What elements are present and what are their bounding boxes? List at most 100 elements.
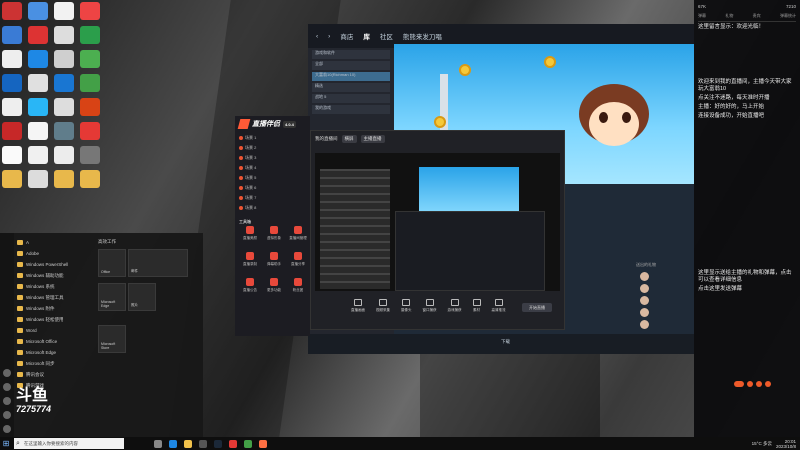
taskbar-search-input[interactable]: 在这里输入你要搜索的内容 xyxy=(14,438,124,449)
wechat-icon[interactable] xyxy=(244,439,252,448)
desktop-icon[interactable] xyxy=(28,98,48,116)
library-row[interactable]: 游戏和软件 xyxy=(312,50,390,59)
desktop-icon[interactable] xyxy=(2,170,22,188)
scene-row[interactable]: 场景 3 xyxy=(239,154,306,162)
desktop-icon[interactable] xyxy=(80,122,100,140)
user-icon[interactable] xyxy=(3,369,11,377)
gift-icon[interactable] xyxy=(756,381,762,387)
desktop-icon[interactable] xyxy=(80,26,100,44)
tool-button[interactable]: 直播间管理 xyxy=(287,226,309,248)
toolbar-button[interactable]: 摄像头 xyxy=(401,299,412,313)
app-list-item[interactable]: Windows 辅助功能 xyxy=(17,270,91,281)
tile-store[interactable]: Microsoft Store xyxy=(98,325,126,353)
tile-office[interactable]: Office xyxy=(98,249,126,277)
edge-icon[interactable] xyxy=(169,439,177,448)
desktop-icon[interactable] xyxy=(80,74,100,92)
windows-start-icon[interactable]: ⊞ xyxy=(0,437,12,450)
app-list-item[interactable]: Windows 附件 xyxy=(17,303,91,314)
steam-nav-community[interactable]: 社区 xyxy=(380,31,393,41)
desktop-icon[interactable] xyxy=(2,2,22,20)
tile-mail[interactable]: 邮件 xyxy=(128,249,188,277)
library-row[interactable]: 我的游戏 xyxy=(312,105,390,114)
desktop-icon[interactable] xyxy=(80,98,100,116)
library-row[interactable]: 全部 xyxy=(312,61,390,70)
app-list-item[interactable]: Microsoft Edge xyxy=(17,347,91,358)
task-view-icon[interactable] xyxy=(154,439,162,448)
pictures-icon[interactable] xyxy=(3,397,11,405)
scene-row[interactable]: 场景 1 xyxy=(239,134,306,142)
tool-button[interactable]: 直播录制 xyxy=(239,252,261,274)
tab-vip[interactable]: 贵宾 xyxy=(753,13,761,19)
steam-icon[interactable] xyxy=(214,439,222,448)
clock[interactable]: 20:01 2023/10/8 xyxy=(776,439,796,449)
desktop-icon[interactable] xyxy=(54,26,74,44)
desktop-icon[interactable] xyxy=(28,122,48,140)
tool-button[interactable]: 粉丝团 xyxy=(287,278,309,300)
weather-text[interactable]: 15°C 多云 xyxy=(752,441,772,447)
scene-row[interactable]: 场景 8 xyxy=(239,204,306,212)
launcher-icon[interactable] xyxy=(229,439,237,448)
desktop-icon[interactable] xyxy=(80,2,100,20)
file-explorer-icon[interactable] xyxy=(184,439,192,448)
desktop-icon[interactable] xyxy=(28,50,48,68)
desktop-icon[interactable] xyxy=(54,2,74,20)
desktop-icon[interactable] xyxy=(2,122,22,140)
power-icon[interactable] xyxy=(3,425,11,433)
toolbar-button[interactable]: 游戏捕获 xyxy=(448,299,462,313)
app-list-item[interactable]: Windows 管理工具 xyxy=(17,292,91,303)
desktop-icon[interactable] xyxy=(28,74,48,92)
desktop-icon[interactable] xyxy=(54,122,74,140)
app-list-item[interactable]: Word xyxy=(17,325,91,336)
tool-button[interactable]: 虚拟形象 xyxy=(263,226,285,248)
tool-button[interactable]: 直播分享 xyxy=(287,252,309,274)
app-icon[interactable] xyxy=(259,439,267,448)
app-list-item[interactable]: A xyxy=(17,237,91,248)
steam-nav-profile[interactable]: 熊熊来发刀唱 xyxy=(403,31,442,41)
toolbar-button[interactable]: 窗口捕获 xyxy=(423,299,437,313)
mode-pill[interactable]: 横屏 xyxy=(341,135,357,143)
app-list-item[interactable]: Adobe xyxy=(17,248,91,259)
emoji-icon[interactable] xyxy=(747,381,753,387)
desktop-icon[interactable] xyxy=(54,170,74,188)
back-arrow-icon[interactable]: ‹ xyxy=(316,33,318,40)
desktop-icon[interactable] xyxy=(54,50,74,68)
tile-photos[interactable]: 照片 xyxy=(128,283,156,311)
desktop-icon[interactable] xyxy=(2,50,22,68)
settings-icon[interactable] xyxy=(3,411,11,419)
tab-stats[interactable]: 弹幕统计 xyxy=(780,13,796,19)
start-live-button[interactable]: 开始直播 xyxy=(522,303,552,312)
desktop-icon[interactable] xyxy=(28,146,48,164)
tool-button[interactable]: 弹幕助手 xyxy=(263,252,285,274)
tab-danmaku[interactable]: 弹幕 xyxy=(698,13,706,19)
send-button[interactable] xyxy=(734,381,744,387)
tool-button[interactable]: 直播美颜 xyxy=(239,226,261,248)
desktop-icon[interactable] xyxy=(54,98,74,116)
desktop-icon[interactable] xyxy=(54,74,74,92)
library-row[interactable]: 大富翁10(Richman 10) xyxy=(312,72,390,81)
app-list-item[interactable]: Windows 轻松使用 xyxy=(17,314,91,325)
app-list-item[interactable]: Microsoft 同步 xyxy=(17,358,91,369)
settings-icon[interactable] xyxy=(765,381,771,387)
steam-download-bar[interactable]: 下载 xyxy=(308,334,694,354)
desktop-icon[interactable] xyxy=(28,2,48,20)
forward-arrow-icon[interactable]: › xyxy=(328,33,330,40)
app-list-item[interactable]: Windows PowerShell xyxy=(17,259,91,270)
library-row[interactable]: 精选 xyxy=(312,83,390,92)
store-icon[interactable] xyxy=(199,439,207,448)
scene-row[interactable]: 场景 2 xyxy=(239,144,306,152)
tool-button[interactable]: 直播公告 xyxy=(239,278,261,300)
desktop-icon[interactable] xyxy=(80,50,100,68)
desktop-icon[interactable] xyxy=(80,146,100,164)
tool-button[interactable]: 更多功能 xyxy=(263,278,285,300)
library-row[interactable]: 战地 5 xyxy=(312,94,390,103)
scene-row[interactable]: 场景 7 xyxy=(239,194,306,202)
stream-preview[interactable] xyxy=(315,153,560,291)
app-list-item[interactable]: 腾讯会议 xyxy=(17,369,91,380)
toolbar-button[interactable]: 素材 xyxy=(472,299,481,313)
toolbar-button[interactable]: 高清推流 xyxy=(492,299,506,313)
desktop-icon[interactable] xyxy=(2,26,22,44)
toolbar-button[interactable]: 视频采集 xyxy=(376,299,390,313)
desktop-icon[interactable] xyxy=(2,98,22,116)
scene-row[interactable]: 场景 4 xyxy=(239,164,306,172)
download-status[interactable]: 下载 xyxy=(501,339,510,345)
